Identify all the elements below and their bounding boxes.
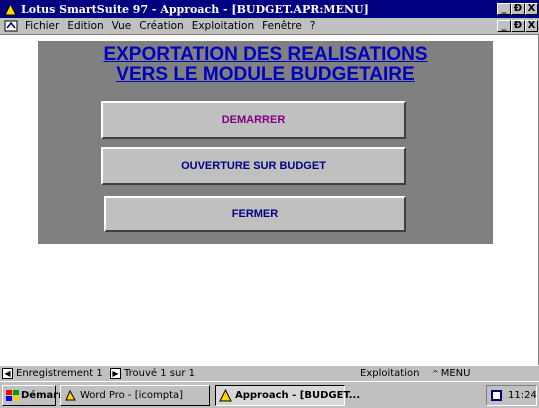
approach-icon <box>219 389 232 402</box>
view-indicator: MENU <box>440 368 471 379</box>
title-bar[interactable]: Lotus SmartSuite 97 - Approach - [BUDGET… <box>0 0 539 18</box>
form-title-line1: EXPORTATION DES REALISATIONS <box>103 44 428 65</box>
clock[interactable]: 11:24 <box>508 390 537 401</box>
ouverture-budget-button[interactable]: OUVERTURE SUR BUDGET <box>101 147 406 185</box>
menu-creation[interactable]: Création <box>139 20 183 32</box>
taskbar: Démarrer Word Pro - [icompta] Approach -… <box>0 381 539 408</box>
record-indicator: Enregistrement 1 <box>16 368 103 379</box>
close-button[interactable]: X <box>525 3 538 15</box>
taskbar-item-approach[interactable]: Approach - [BUDGET... <box>215 385 360 406</box>
menu-vue[interactable]: Vue <box>112 20 132 32</box>
found-set-icon[interactable]: ▶ <box>110 368 121 379</box>
system-tray: 11:24 <box>486 385 537 406</box>
fermer-button[interactable]: FERMER <box>104 196 406 232</box>
menu-bar: Fichier Edition Vue Création Exploitatio… <box>0 18 539 35</box>
form-title-line2: VERS LE MODULE BUDGETAIRE <box>116 64 415 85</box>
minimize-button[interactable]: _ <box>497 3 511 15</box>
demarrer-button[interactable]: DEMARRER <box>101 101 406 139</box>
doc-restore-button[interactable]: Ɖ <box>511 20 525 32</box>
speaker-icon[interactable] <box>491 390 502 401</box>
view-indicator-box[interactable]: ^ MENU <box>432 367 470 380</box>
menu-help[interactable]: ? <box>310 20 316 32</box>
doc-close-button[interactable]: X <box>525 20 538 32</box>
found-indicator-box[interactable]: ▶ Trouvé 1 sur 1 <box>110 367 195 380</box>
wordpro-label: Word Pro - [icompta] <box>80 390 184 401</box>
menu-fichier[interactable]: Fichier <box>25 20 59 32</box>
menu-exploitation[interactable]: Exploitation <box>192 20 254 32</box>
restore-button[interactable]: Ɖ <box>511 3 525 15</box>
windows-logo-icon <box>6 390 19 401</box>
approach-app-icon[interactable] <box>3 2 17 16</box>
record-nav-icon[interactable]: ◀ <box>2 368 13 379</box>
wordpro-icon <box>64 389 77 402</box>
found-indicator: Trouvé 1 sur 1 <box>124 368 195 379</box>
menu-edition[interactable]: Edition <box>67 20 103 32</box>
record-navigator[interactable]: ◀ Enregistrement 1 <box>2 367 103 380</box>
document-icon[interactable] <box>3 19 19 33</box>
approach-label: Approach - [BUDGET... <box>235 390 361 401</box>
doc-minimize-button[interactable]: _ <box>497 20 511 32</box>
start-button[interactable]: Démarrer <box>2 385 75 406</box>
menu-fenetre[interactable]: Fenêtre <box>262 20 302 32</box>
window-title: Lotus SmartSuite 97 - Approach - [BUDGET… <box>21 2 369 16</box>
caret-up-icon: ^ <box>432 369 439 378</box>
status-bar: ◀ Enregistrement 1 ▶ Trouvé 1 sur 1 Expl… <box>0 365 539 381</box>
taskbar-item-wordpro[interactable]: Word Pro - [icompta] <box>60 385 210 406</box>
mode-indicator[interactable]: Exploitation <box>360 367 419 380</box>
